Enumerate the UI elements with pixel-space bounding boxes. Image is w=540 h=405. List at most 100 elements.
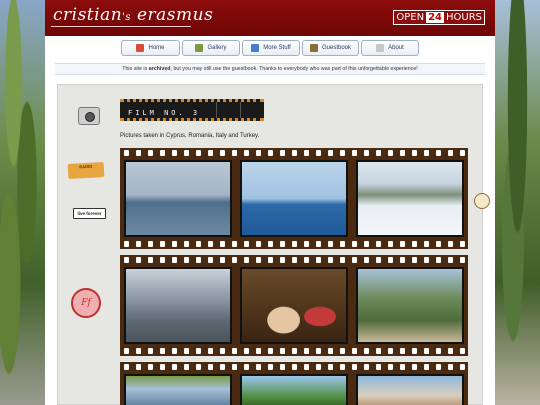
perforation-hole	[340, 257, 345, 263]
photo-frame[interactable]	[124, 160, 232, 237]
live-forever-text: live forever	[77, 211, 102, 216]
perforation-hole	[340, 241, 345, 247]
perforation-hole	[280, 150, 285, 156]
nav-more-stuff-button[interactable]: More Stuff	[242, 40, 300, 56]
perforation-hole	[124, 348, 129, 354]
perforation-hole	[364, 150, 369, 156]
logo-apostrophe: 's	[122, 12, 132, 23]
perforation-hole	[220, 150, 225, 156]
perforation-hole	[340, 150, 345, 156]
ff-logo-sticker: Ff	[71, 288, 101, 318]
perforation-top	[120, 362, 468, 372]
perforation-hole	[208, 348, 213, 354]
perforation-hole	[244, 257, 249, 263]
perforation-hole	[424, 257, 429, 263]
site-logo[interactable]: cristian's erasmus	[53, 5, 213, 25]
perforation-hole	[376, 241, 381, 247]
photo-frame[interactable]	[356, 374, 464, 405]
perforation-hole	[172, 150, 177, 156]
archive-notice: This site is archived, but you may still…	[55, 63, 485, 75]
perforation-hole	[148, 241, 153, 247]
perforation-hole	[232, 348, 237, 354]
perforation-hole	[244, 364, 249, 370]
perforation-hole	[124, 241, 129, 247]
photo-frame[interactable]	[356, 160, 464, 237]
perforation-hole	[160, 150, 165, 156]
perforation-hole	[256, 241, 261, 247]
perforation-hole	[460, 241, 465, 247]
perforation-hole	[292, 364, 297, 370]
photo-frame[interactable]	[124, 374, 232, 405]
background-scenery-right	[495, 0, 540, 405]
perforation-hole	[436, 150, 441, 156]
perforation-hole	[172, 348, 177, 354]
perforation-hole	[256, 150, 261, 156]
notice-archived: archived	[148, 66, 171, 72]
radio-sticker-text: RADIO	[79, 163, 93, 170]
perforation-hole	[268, 257, 273, 263]
perforation-hole	[388, 257, 393, 263]
film-divider	[216, 102, 217, 118]
perforation-hole	[376, 257, 381, 263]
content-panel: RADIO live forever Ff FILM NO. 3 Picture…	[57, 84, 490, 405]
photo-frame[interactable]	[240, 267, 348, 344]
photo-frame[interactable]	[356, 267, 464, 344]
perforation-hole	[136, 241, 141, 247]
perforation-hole	[352, 257, 357, 263]
perforation-hole	[196, 257, 201, 263]
perforation-hole	[436, 348, 441, 354]
perforation-hole	[244, 241, 249, 247]
about-icon	[376, 44, 385, 52]
perforation-hole	[412, 257, 417, 263]
perforation-hole	[208, 241, 213, 247]
perforation-hole	[412, 241, 417, 247]
photo-frame[interactable]	[240, 160, 348, 237]
perforation-hole	[268, 150, 273, 156]
nav-guestbook-button[interactable]: Guestbook	[302, 40, 359, 56]
main-nav: Home Gallery More Stuff Guestbook About	[45, 40, 495, 58]
perforation-hole	[376, 348, 381, 354]
perforation-bottom	[120, 346, 468, 356]
nav-more-stuff-label: More Stuff	[263, 45, 291, 51]
perforation-hole	[448, 150, 453, 156]
perforation-hole	[220, 348, 225, 354]
perforation-hole	[208, 257, 213, 263]
perforation-hole	[460, 150, 465, 156]
perforation-top	[120, 255, 468, 265]
perforation-hole	[436, 364, 441, 370]
perforation-hole	[220, 364, 225, 370]
badge-hours-text: HOURS	[445, 12, 482, 23]
perforation-hole	[460, 257, 465, 263]
perforation-hole	[328, 241, 333, 247]
perforation-hole	[424, 348, 429, 354]
perforation-hole	[256, 364, 261, 370]
perforation-hole	[328, 150, 333, 156]
badge-sticker	[474, 193, 490, 209]
perforation-hole	[220, 241, 225, 247]
perforation-hole	[352, 364, 357, 370]
perforation-hole	[184, 257, 189, 263]
logo-first: cristian	[53, 5, 123, 25]
photo-frame[interactable]	[124, 267, 232, 344]
perforation-hole	[316, 241, 321, 247]
perforation-hole	[232, 257, 237, 263]
nav-about-button[interactable]: About	[361, 40, 419, 56]
perforation-hole	[304, 348, 309, 354]
perforation-hole	[436, 241, 441, 247]
radio-sticker: RADIO	[67, 162, 105, 179]
perforation-hole	[196, 364, 201, 370]
perforation-hole	[448, 348, 453, 354]
home-icon	[136, 44, 145, 52]
perforation-top	[120, 148, 468, 158]
perforation-hole	[244, 348, 249, 354]
perforation-hole	[160, 257, 165, 263]
nav-home-button[interactable]: Home	[121, 40, 180, 56]
nav-gallery-button[interactable]: Gallery	[182, 40, 240, 56]
perforation-hole	[124, 150, 129, 156]
photo-frame[interactable]	[240, 374, 348, 405]
perforation-hole	[148, 348, 153, 354]
badge-number: 24	[426, 12, 444, 23]
perforation-hole	[280, 257, 285, 263]
perforation-hole	[412, 150, 417, 156]
stuff-icon	[251, 44, 260, 52]
